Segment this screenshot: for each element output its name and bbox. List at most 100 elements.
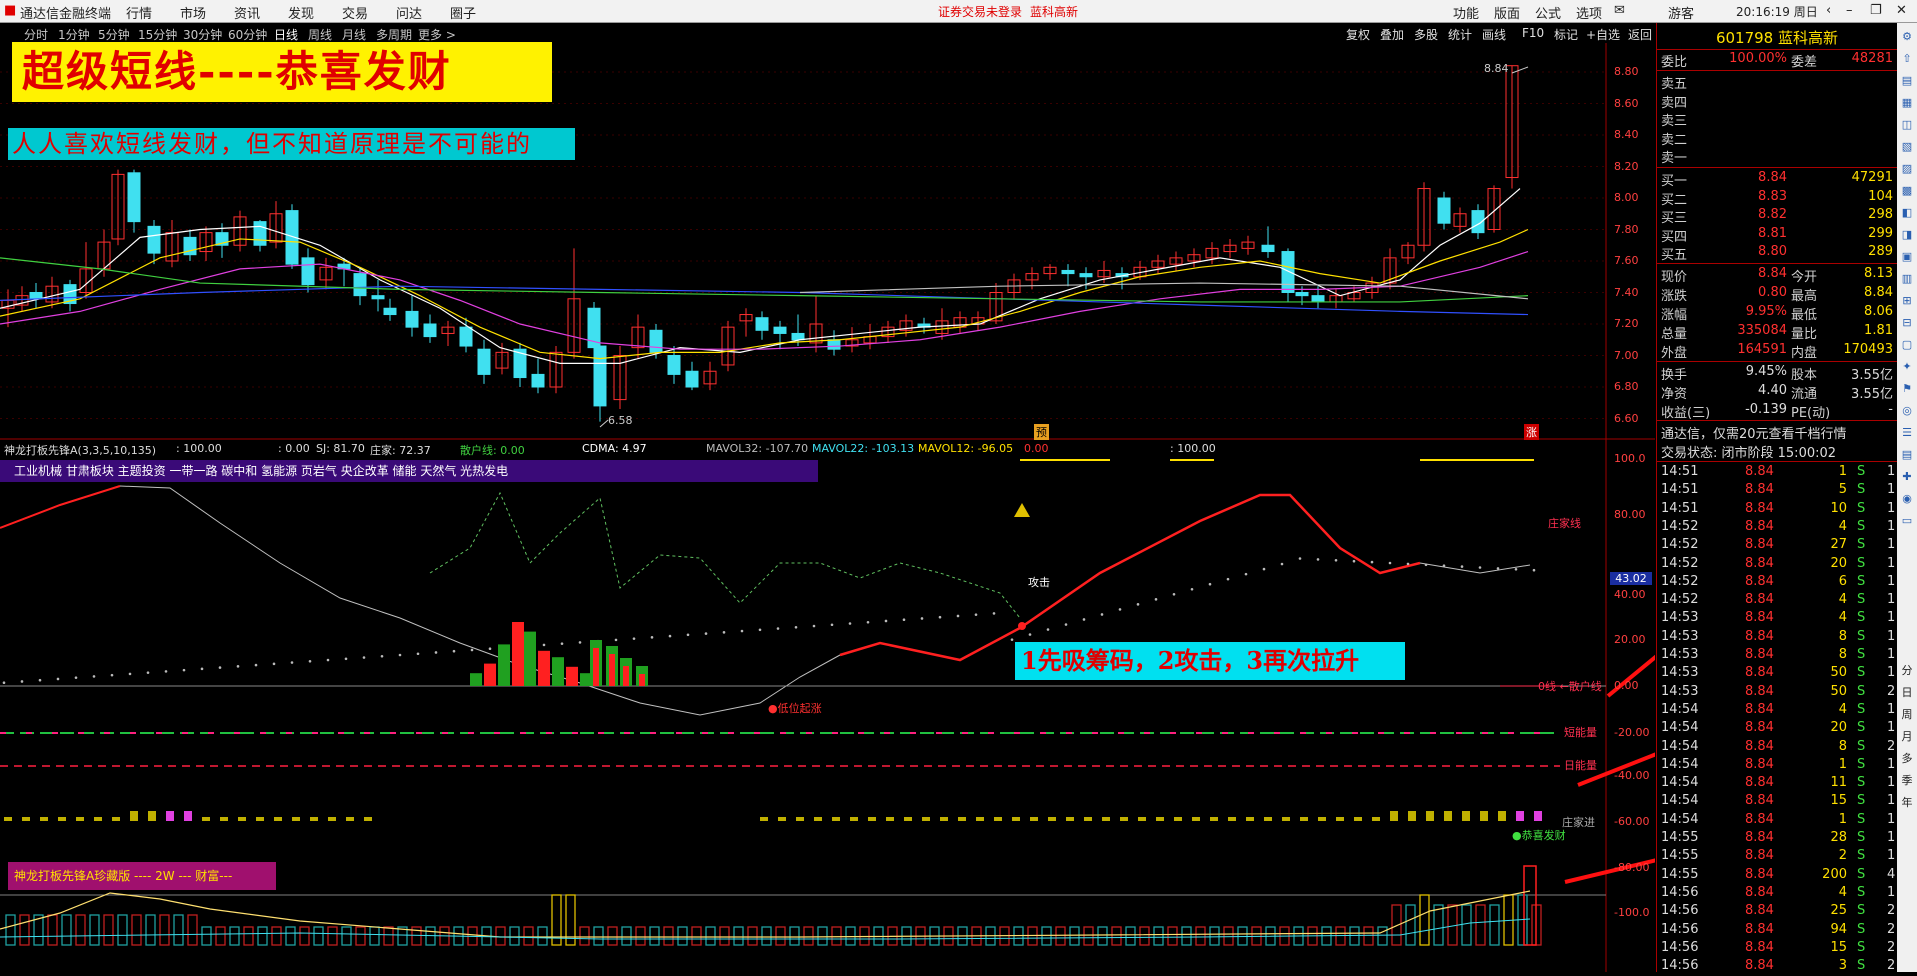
indicator-axis-label: -80.00 [1614,861,1650,874]
login-notice[interactable]: 证券交易未登录 [938,3,1022,20]
zhuangjia-curve [839,493,1421,662]
toolbar-icon[interactable]: ▧ [1899,139,1915,155]
toolbar-icon[interactable]: ◎ [1899,403,1915,419]
menu-wenda[interactable]: 问达 [396,3,422,22]
period-tab[interactable]: 月线 [342,26,366,43]
indicator-axis-label: 20.00 [1614,633,1646,646]
tool-stats[interactable]: 统计 [1448,26,1472,43]
period-shortcut-0[interactable]: 分 [1899,663,1915,679]
dotted-point [452,649,456,653]
volume-energy-bar [538,650,550,686]
tool-fuquan[interactable]: 复权 [1346,26,1370,43]
toolbar-icon[interactable]: ⊟ [1899,315,1915,331]
tool-mark[interactable]: 标记 [1554,26,1578,43]
toolbar-icon[interactable]: ▤ [1899,447,1915,463]
toolbar-icon[interactable]: ▦ [1899,95,1915,111]
tool-overlay[interactable]: 叠加 [1380,26,1404,43]
toolbar-icon[interactable]: ✦ [1899,359,1915,375]
tool-add-fav[interactable]: +自选 [1586,26,1620,43]
menu-circle[interactable]: 圈子 [450,3,476,22]
toolbar-icon[interactable]: ◫ [1899,117,1915,133]
toolbar-icon[interactable]: ▢ [1899,337,1915,353]
close-icon[interactable]: ✕ [1896,3,1907,18]
minimize-icon[interactable]: – [1846,3,1853,18]
period-shortcut-2[interactable]: 周 [1899,707,1915,723]
toolbar-icon[interactable]: ✚ [1899,469,1915,485]
maximize-icon[interactable]: ❐ [1870,3,1882,18]
sell-level-row: 卖一 [1661,151,1688,166]
menu-options[interactable]: 选项 [1576,3,1602,22]
menu-quotes[interactable]: 行情 [126,3,152,22]
zhuang-in-bar [166,811,174,821]
period-shortcut-1[interactable]: 日 [1899,685,1915,701]
period-tab[interactable]: 15分钟 [138,26,177,43]
period-tab[interactable]: 分时 [24,26,48,43]
back-icon[interactable]: ‹ [1826,3,1831,18]
zhuang-in-bar [1336,817,1344,821]
menu-market[interactable]: 市场 [180,3,206,22]
toolbar-icon[interactable]: ▩ [1899,183,1915,199]
stat2-row: 净资 4.40 流通 3.55亿 [1661,383,1893,402]
zhuang-in-bar [994,817,1002,821]
toolbar-icon[interactable]: ◨ [1899,227,1915,243]
stock-link[interactable]: 蓝科高新 [1030,3,1078,20]
ad-text[interactable]: 通达信，仅需20元查看千档行情 [1661,423,1893,442]
toolbar-icon[interactable]: ◉ [1899,491,1915,507]
tool-f10[interactable]: F10 [1522,26,1544,40]
toolbar-icon[interactable]: ⇧ [1899,51,1915,67]
period-tab[interactable]: 1分钟 [58,26,90,43]
toolbar-icon[interactable]: ⚑ [1899,381,1915,397]
indicator-name[interactable]: 神龙打板先锋A(3,3,5,10,135) [4,442,156,458]
period-tab[interactable]: 周线 [308,26,332,43]
volume-bar [635,926,646,946]
dotted-point [1334,559,1338,562]
period-shortcut-6[interactable]: 年 [1899,795,1915,811]
toolbar-icon[interactable]: ⚙ [1899,29,1915,45]
menu-layout[interactable]: 版面 [1494,3,1520,22]
mail-icon[interactable]: ✉ [1614,3,1625,18]
candle-down [773,326,787,334]
toolbar-icon[interactable]: ▨ [1899,161,1915,177]
zhuang-in-bar [94,817,102,821]
tool-draw[interactable]: 画线 [1482,26,1506,43]
period-tab-active[interactable]: 日线 [274,26,298,43]
menu-formula[interactable]: 公式 [1535,3,1561,22]
stock-code: 601798 [1715,29,1774,47]
user-label[interactable]: 游客 [1668,3,1694,22]
menu-function[interactable]: 功能 [1453,3,1479,22]
period-tab[interactable]: 多周期 [376,26,412,43]
menu-discover[interactable]: 发现 [288,3,314,22]
period-shortcut-3[interactable]: 月 [1899,729,1915,745]
toolbar-icon[interactable]: ◧ [1899,205,1915,221]
toolbar-icon[interactable]: ▤ [1899,73,1915,89]
period-tab[interactable]: 5分钟 [98,26,130,43]
kline-chart-area[interactable] [0,43,1655,972]
dotted-point [434,651,438,654]
volume-bar [1097,926,1108,946]
period-tab[interactable]: 30分钟 [183,26,222,43]
toolbar-icon[interactable]: ☰ [1899,425,1915,441]
period-tab[interactable]: 更多 > [418,26,456,43]
period-shortcut-5[interactable]: 季 [1899,773,1915,789]
period-tab[interactable]: 60分钟 [228,26,267,43]
tool-back[interactable]: 返回 [1628,26,1652,43]
toolbar-icon[interactable]: ⊞ [1899,293,1915,309]
menu-trade[interactable]: 交易 [342,3,368,22]
price-axis-label: 8.40 [1614,128,1639,141]
period-shortcut-4[interactable]: 多 [1899,751,1915,767]
zhuang-in-bar [1048,817,1056,821]
toolbar-icon[interactable]: ▥ [1899,271,1915,287]
tool-multi[interactable]: 多股 [1414,26,1438,43]
menu-news[interactable]: 资讯 [234,3,260,22]
zhuang-in-bar [112,817,120,821]
toolbar-icon[interactable]: ▭ [1899,513,1915,529]
toolbar-icon[interactable]: ▣ [1899,249,1915,265]
indicator-sanhu: 散户线: 0.00 [460,444,525,457]
dotted-point [1280,562,1284,566]
candle-down [29,292,43,300]
volume-bar [733,926,744,946]
volume-bar [579,926,590,946]
volume-bar [677,926,688,946]
zhuang-in-bar [1066,817,1074,821]
zhuangjia-curve [1419,562,1531,574]
